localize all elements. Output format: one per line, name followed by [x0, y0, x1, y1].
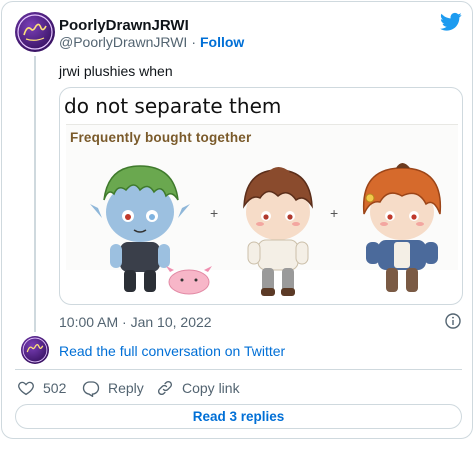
read-replies-button[interactable]: Read 3 replies: [15, 404, 462, 429]
follow-button[interactable]: Follow: [200, 34, 244, 50]
info-icon[interactable]: [445, 313, 461, 329]
author-handle-row: @PoorlyDrawnJRWI · Follow: [59, 34, 244, 50]
link-icon: [157, 380, 173, 396]
author-avatar[interactable]: [15, 12, 55, 52]
conversation-avatar[interactable]: [21, 336, 49, 364]
separator-dot: ·: [191, 34, 196, 50]
meme-caption: do not separate them: [64, 94, 282, 118]
copy-link-label: Copy link: [182, 380, 240, 396]
embedded-tweet-card: PoorlyDrawnJRWI @PoorlyDrawnJRWI · Follow …: [1, 1, 473, 439]
actions-divider: [15, 369, 462, 370]
tweet-timestamp[interactable]: 10:00 AM · Jan 10, 2022: [59, 314, 212, 330]
copy-link-button[interactable]: Copy link: [156, 377, 240, 399]
plus-sign-1: +: [210, 205, 219, 221]
author-name[interactable]: PoorlyDrawnJRWI: [59, 17, 189, 34]
jrwi-logo-icon: [17, 14, 53, 50]
author-handle[interactable]: @PoorlyDrawnJRWI: [59, 34, 187, 50]
tweet-media-image[interactable]: do not separate them Frequently bought t…: [59, 87, 463, 305]
plush-character-orange-hair: [362, 163, 442, 292]
reply-button[interactable]: Reply: [82, 377, 144, 399]
tweet-actions-bar: 502 Reply Copy link: [15, 377, 462, 399]
like-count: 502: [43, 380, 67, 396]
like-button[interactable]: 502: [17, 377, 66, 399]
read-full-conversation-link[interactable]: Read the full conversation on Twitter: [59, 343, 285, 359]
pink-axolotl-plush: [166, 266, 212, 295]
twitter-bird-icon[interactable]: [440, 12, 462, 32]
speech-bubble-icon: [82, 381, 100, 397]
plush-character-brown-hair: [243, 167, 313, 296]
heart-icon: [18, 381, 34, 396]
reply-label: Reply: [108, 380, 144, 396]
plus-sign-2: +: [330, 205, 339, 221]
tweet-text: jrwi plushies when: [59, 63, 173, 79]
thread-connector-line: [34, 56, 36, 332]
jrwi-logo-small-icon: [22, 337, 48, 363]
frequently-bought-together-label: Frequently bought together: [70, 130, 252, 145]
